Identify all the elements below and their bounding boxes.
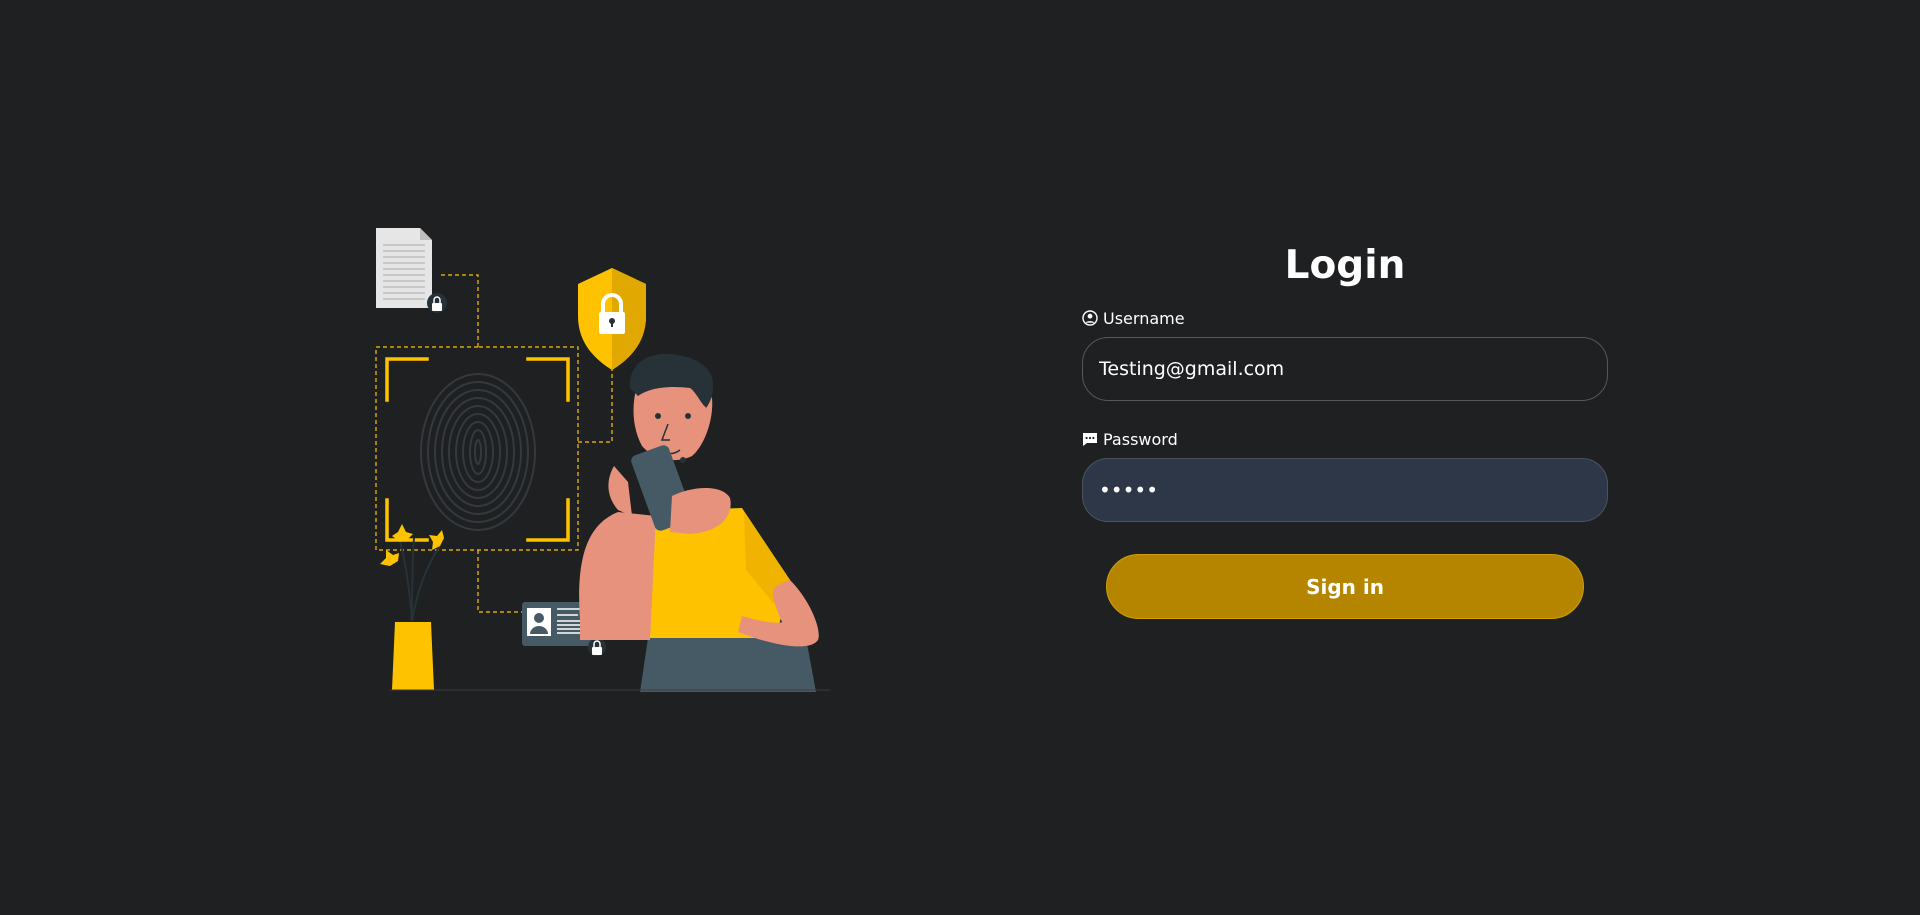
password-label: Password [1082, 429, 1608, 449]
username-label: Username [1082, 308, 1608, 328]
login-page: Login Username Password Sign in [0, 0, 1920, 915]
plant-icon [380, 524, 444, 690]
password-input[interactable] [1082, 458, 1608, 522]
login-title: Login [1284, 243, 1406, 288]
password-label-text: Password [1103, 429, 1178, 449]
message-dots-icon [1083, 433, 1097, 446]
user-circle-icon [1082, 310, 1098, 326]
username-label-text: Username [1103, 308, 1185, 328]
document-icon [376, 228, 447, 313]
person-icon [579, 353, 819, 692]
security-illustration [375, 228, 830, 692]
sign-in-button[interactable]: Sign in [1106, 554, 1584, 619]
username-input[interactable] [1082, 337, 1608, 401]
fingerprint-icon [420, 373, 536, 531]
shield-lock-icon [578, 268, 646, 370]
login-form: Login Username Password Sign in [1082, 240, 1608, 619]
